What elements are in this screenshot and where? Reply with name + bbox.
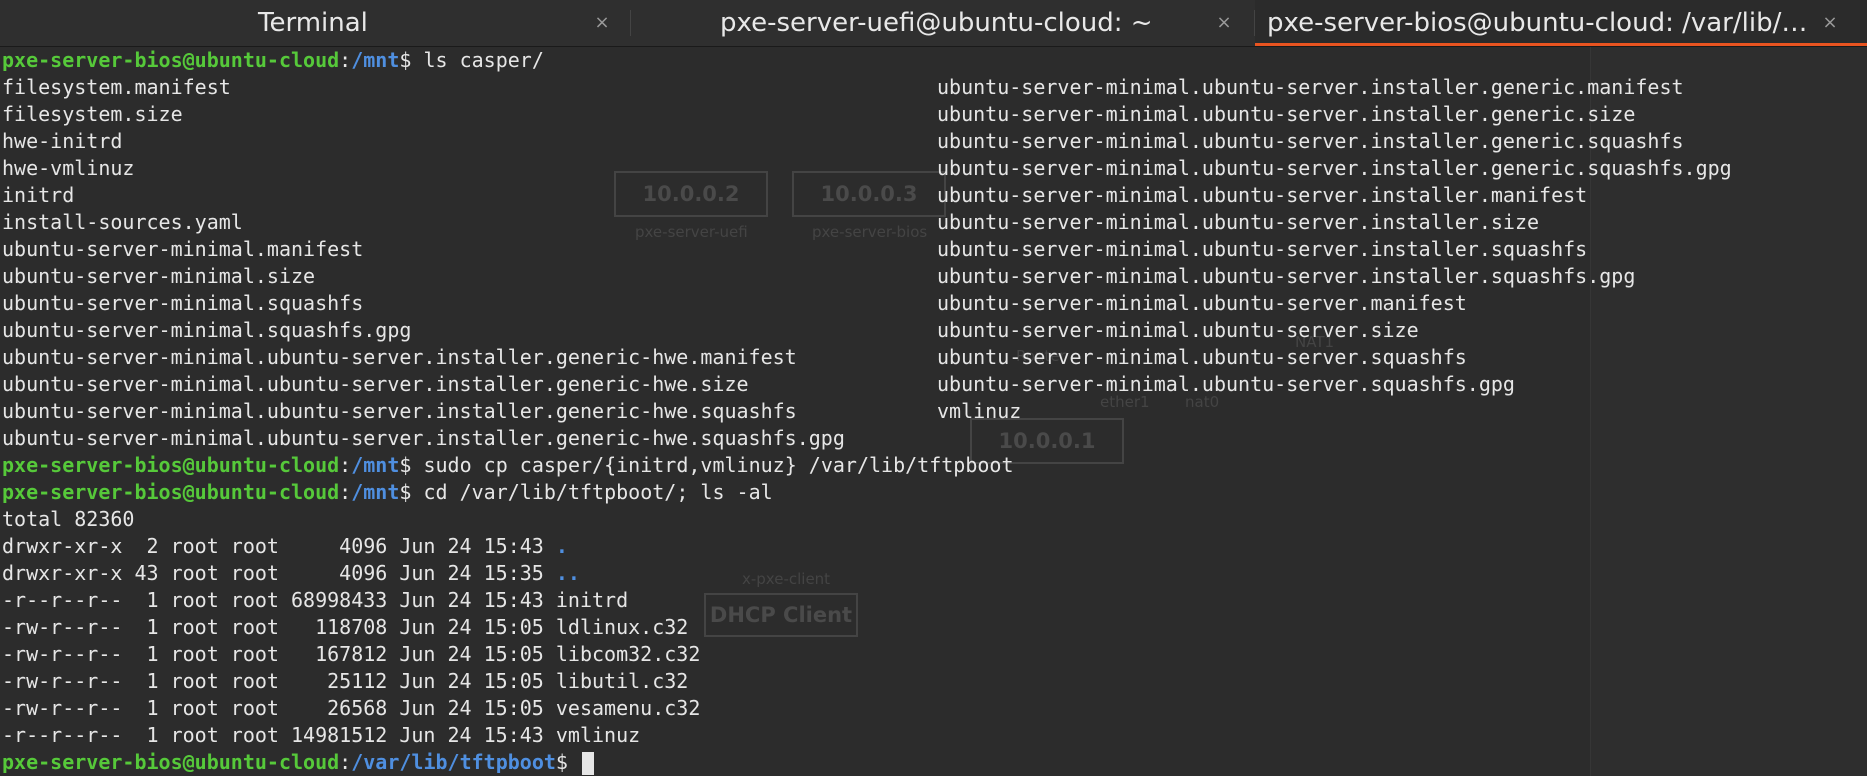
bg-label-client: x-pxe-client	[742, 570, 831, 588]
ls-item: ubuntu-server-minimal.ubuntu-server.mani…	[937, 291, 1467, 315]
ls-item: ubuntu-server-minimal.ubuntu-server.inst…	[937, 237, 1588, 261]
bg-ip-uefi: 10.0.0.2	[614, 171, 768, 217]
ls-item: ubuntu-server-minimal.manifest	[2, 237, 364, 261]
ls-item: ubuntu-server-minimal.ubuntu-server.size	[937, 318, 1419, 342]
prompt-separator: :	[339, 480, 352, 504]
ls-total: total 82360	[2, 507, 135, 531]
tab-label: pxe-server-uefi@ubuntu-cloud: ~	[720, 8, 1153, 38]
prompt-separator: :	[339, 453, 352, 477]
listing-name: ldlinux.c32	[555, 615, 689, 639]
prompt-user-host: pxe-server-bios@ubuntu-cloud	[2, 48, 340, 72]
listing-meta: -rw-r--r-- 1 root root 167812 Jun 24 15:…	[2, 642, 556, 666]
listing-row: -r--r--r-- 1 root root 68998433 Jun 24 1…	[2, 587, 628, 614]
listing-meta: -rw-r--r-- 1 root root 25112 Jun 24 15:0…	[2, 669, 556, 693]
prompt-line-final: pxe-server-bios@ubuntu-cloud:/var/lib/tf…	[2, 749, 594, 776]
bg-ip-bios: 10.0.0.3	[792, 171, 946, 217]
listing-row: -rw-r--r-- 1 root root 118708 Jun 24 15:…	[2, 614, 688, 641]
tab-bar: Terminal × pxe-server-uefi@ubuntu-cloud:…	[0, 0, 1867, 47]
ls-item: ubuntu-server-minimal.ubuntu-server.squa…	[937, 345, 1467, 369]
text-cursor[interactable]	[582, 752, 594, 775]
prompt-path: /var/lib/tftpboot	[351, 750, 556, 774]
prompt-user-host: pxe-server-bios@ubuntu-cloud	[2, 750, 340, 774]
listing-row: drwxr-xr-x 43 root root 4096 Jun 24 15:3…	[2, 560, 580, 587]
ls-item: filesystem.size	[2, 102, 183, 126]
prompt-dollar: $	[399, 480, 424, 504]
listing-row: -rw-r--r-- 1 root root 26568 Jun 24 15:0…	[2, 695, 700, 722]
listing-meta: -rw-r--r-- 1 root root 118708 Jun 24 15:…	[2, 615, 556, 639]
ls-item: filesystem.manifest	[2, 75, 231, 99]
tab-bios-active[interactable]: pxe-server-bios@ubuntu-cloud: /var/lib/……	[1255, 0, 1867, 46]
ls-item: install-sources.yaml	[2, 210, 243, 234]
ls-item: ubuntu-server-minimal.ubuntu-server.inst…	[2, 372, 749, 396]
listing-row: -rw-r--r-- 1 root root 167812 Jun 24 15:…	[2, 641, 700, 668]
listing-meta: drwxr-xr-x 2 root root 4096 Jun 24 15:43	[2, 534, 556, 558]
ls-item: ubuntu-server-minimal.squashfs	[2, 291, 364, 315]
prompt-line-2: pxe-server-bios@ubuntu-cloud:/mnt$ sudo …	[2, 452, 1013, 479]
bg-label-uefi: pxe-server-uefi	[635, 223, 748, 241]
prompt-line-3: pxe-server-bios@ubuntu-cloud:/mnt$ cd /v…	[2, 479, 773, 506]
close-icon[interactable]: ×	[1212, 0, 1236, 46]
ls-item: ubuntu-server-minimal.ubuntu-server.inst…	[937, 156, 1732, 180]
ls-item: ubuntu-server-minimal.ubuntu-server.inst…	[937, 183, 1588, 207]
listing-name: initrd	[555, 588, 629, 612]
command-text: sudo cp casper/{initrd,vmlinuz} /var/lib…	[423, 453, 1014, 477]
ls-item: ubuntu-server-minimal.ubuntu-server.inst…	[937, 210, 1540, 234]
ls-item: initrd	[2, 183, 75, 207]
tab-terminal[interactable]: Terminal ×	[0, 0, 630, 46]
listing-row: drwxr-xr-x 2 root root 4096 Jun 24 15:43…	[2, 533, 568, 560]
ls-item: hwe-initrd	[2, 129, 123, 153]
bg-dhcp-client: DHCP Client	[704, 593, 858, 637]
listing-meta: -r--r--r-- 1 root root 14981512 Jun 24 1…	[2, 723, 556, 747]
listing-name: .	[555, 534, 568, 558]
prompt-path: /mnt	[351, 48, 400, 72]
prompt-line-1: pxe-server-bios@ubuntu-cloud:/mnt$ ls ca…	[2, 47, 544, 74]
ls-item: ubuntu-server-minimal.squashfs.gpg	[2, 318, 412, 342]
tab-uefi[interactable]: pxe-server-uefi@ubuntu-cloud: ~ ×	[631, 0, 1254, 46]
listing-name: vmlinuz	[555, 723, 641, 747]
listing-name: ..	[555, 561, 580, 585]
prompt-dollar: $	[399, 453, 424, 477]
listing-name: libcom32.c32	[555, 642, 701, 666]
ls-item: ubuntu-server-minimal.ubuntu-server.inst…	[2, 345, 797, 369]
command-text: cd /var/lib/tftpboot/; ls -al	[423, 480, 773, 504]
prompt-separator: :	[339, 48, 352, 72]
listing-row: -r--r--r-- 1 root root 14981512 Jun 24 1…	[2, 722, 640, 749]
tab-label: pxe-server-bios@ubuntu-cloud: /var/lib/…	[1267, 8, 1808, 38]
prompt-dollar: $	[399, 48, 424, 72]
ls-item: hwe-vmlinuz	[2, 156, 135, 180]
listing-name: libutil.c32	[555, 669, 689, 693]
bg-label-bios: pxe-server-bios	[812, 223, 928, 241]
close-icon[interactable]: ×	[590, 0, 614, 46]
ls-item: ubuntu-server-minimal.ubuntu-server.inst…	[937, 129, 1684, 153]
tab-label: Terminal	[258, 8, 368, 38]
listing-meta: -r--r--r-- 1 root root 68998433 Jun 24 1…	[2, 588, 556, 612]
ls-item: ubuntu-server-minimal.ubuntu-server.inst…	[2, 426, 845, 450]
terminal-view[interactable]: 10.0.0.2 10.0.0.3 pxe-server-uefi pxe-se…	[0, 47, 1867, 776]
prompt-separator: :	[339, 750, 352, 774]
prompt-path: /mnt	[351, 453, 400, 477]
prompt-dollar: $	[555, 750, 580, 774]
command-text: ls casper/	[423, 48, 544, 72]
ls-item: ubuntu-server-minimal.size	[2, 264, 316, 288]
listing-meta: -rw-r--r-- 1 root root 26568 Jun 24 15:0…	[2, 696, 556, 720]
ls-item: ubuntu-server-minimal.ubuntu-server.inst…	[937, 264, 1636, 288]
close-icon[interactable]: ×	[1818, 0, 1842, 46]
listing-row: -rw-r--r-- 1 root root 25112 Jun 24 15:0…	[2, 668, 688, 695]
listing-meta: drwxr-xr-x 43 root root 4096 Jun 24 15:3…	[2, 561, 556, 585]
ls-item: ubuntu-server-minimal.ubuntu-server.inst…	[937, 102, 1636, 126]
prompt-path: /mnt	[351, 480, 400, 504]
prompt-user-host: pxe-server-bios@ubuntu-cloud	[2, 480, 340, 504]
ls-item: vmlinuz	[937, 399, 1022, 423]
prompt-user-host: pxe-server-bios@ubuntu-cloud	[2, 453, 340, 477]
listing-name: vesamenu.c32	[555, 696, 701, 720]
ls-item: ubuntu-server-minimal.ubuntu-server.inst…	[2, 399, 797, 423]
ls-item: ubuntu-server-minimal.ubuntu-server.inst…	[937, 75, 1684, 99]
ls-item: ubuntu-server-minimal.ubuntu-server.squa…	[937, 372, 1515, 396]
